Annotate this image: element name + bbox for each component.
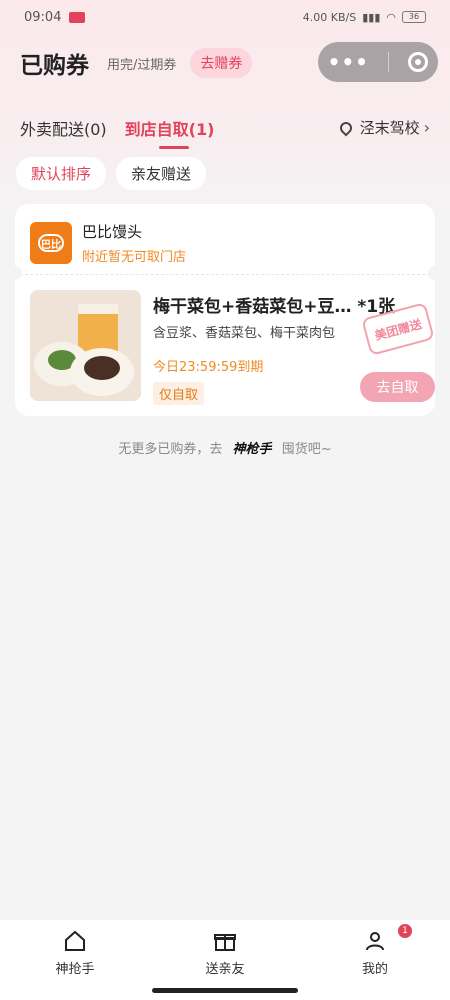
store-name: 巴比馒头 bbox=[82, 223, 143, 241]
close-target-icon[interactable] bbox=[408, 52, 429, 72]
card-notch-right bbox=[428, 266, 435, 280]
voucher-card[interactable]: 巴比 巴比馒头 附近暂无可取门店 梅干菜包+香菇菜包+豆… *1张 含豆浆、香菇… bbox=[15, 204, 435, 416]
gift-voucher-button[interactable]: 去赠券 bbox=[190, 48, 253, 78]
signal-icon: ▮▮▮ bbox=[362, 10, 381, 24]
product-description: 含豆浆、香菇菜包、梅干菜肉包 bbox=[153, 326, 336, 341]
store-availability-note: 附近暂无可取门店 bbox=[82, 250, 187, 265]
pickup-only-tag: 仅自取 bbox=[153, 382, 205, 405]
nav-label-mine: 我的 bbox=[361, 962, 388, 977]
expiry-text: 今日23:59:59到期 bbox=[153, 360, 264, 375]
app-notification-icon bbox=[69, 11, 86, 23]
delivery-tabs: 外卖配送(0) 到店自取(1) bbox=[20, 116, 232, 149]
brand-link[interactable]: 神枪手 bbox=[233, 442, 272, 457]
nav-label-home: 神抢手 bbox=[55, 962, 95, 977]
sort-default-chip[interactable]: 默认排序 bbox=[16, 157, 107, 190]
page-title: 已购券 bbox=[20, 53, 89, 79]
store-row[interactable]: 巴比 巴比馒头 附近暂无可取门店 bbox=[15, 204, 435, 268]
store-logo-text: 巴比 bbox=[38, 234, 64, 252]
header-background bbox=[0, 0, 450, 230]
location-label: 泾末驾校 bbox=[359, 119, 420, 137]
more-icon[interactable]: ••• bbox=[328, 50, 369, 74]
battery-icon: 36 bbox=[402, 11, 426, 23]
nav-item-gift[interactable]: 送亲友 bbox=[175, 928, 275, 977]
product-image bbox=[30, 290, 141, 401]
go-pickup-button[interactable]: 去自取 bbox=[360, 372, 435, 402]
nav-badge: 1 bbox=[398, 924, 412, 938]
sort-chips: 默认排序 亲友赠送 bbox=[16, 157, 207, 190]
miniprogram-capsule: ••• bbox=[318, 42, 438, 82]
no-more-prefix: 无更多已购券，去 bbox=[118, 442, 223, 457]
nav-item-home[interactable]: 神抢手 bbox=[25, 928, 125, 977]
card-notch-left bbox=[15, 266, 22, 280]
network-speed: 4.00 KB/S bbox=[302, 10, 357, 24]
product-title: 梅干菜包+香菇菜包+豆… *1张 bbox=[153, 297, 396, 317]
wifi-icon: ◠ bbox=[386, 10, 396, 24]
capsule-divider bbox=[388, 52, 390, 72]
product-illustration bbox=[30, 290, 141, 401]
store-info: 巴比馒头 附近暂无可取门店 bbox=[82, 221, 186, 265]
chevron-right-icon: › bbox=[423, 118, 430, 137]
status-bar: 09:04 4.00 KB/S ▮▮▮ ◠ 36 bbox=[0, 0, 450, 34]
tab-pickup[interactable]: 到店自取(1) bbox=[125, 116, 214, 149]
user-icon bbox=[362, 928, 388, 954]
store-logo: 巴比 bbox=[30, 222, 72, 264]
gift-icon bbox=[212, 928, 238, 954]
page-header: 已购券 用完/过期券 去赠券 bbox=[20, 44, 253, 82]
tab-delivery[interactable]: 外卖配送(0) bbox=[20, 116, 107, 140]
expired-vouchers-link[interactable]: 用完/过期券 bbox=[107, 54, 176, 73]
card-divider bbox=[15, 274, 435, 275]
product-row: 梅干菜包+香菇菜包+豆… *1张 含豆浆、香菇菜包、梅干菜肉包 美团赠送 今日2… bbox=[30, 290, 435, 405]
location-pin-icon bbox=[337, 119, 355, 136]
status-indicators: 4.00 KB/S ▮▮▮ ◠ 36 bbox=[303, 11, 426, 24]
sort-gifted-chip[interactable]: 亲友赠送 bbox=[116, 157, 207, 190]
no-more-suffix: 囤货吧~ bbox=[281, 442, 332, 457]
status-time: 09:04 bbox=[24, 9, 62, 25]
location-selector[interactable]: 泾末驾校 › bbox=[337, 117, 430, 138]
no-more-vouchers-note: 无更多已购券，去 神枪手 囤货吧~ bbox=[0, 438, 450, 457]
nav-label-gift: 送亲友 bbox=[205, 962, 245, 977]
home-icon bbox=[62, 928, 88, 954]
home-indicator bbox=[152, 988, 298, 993]
